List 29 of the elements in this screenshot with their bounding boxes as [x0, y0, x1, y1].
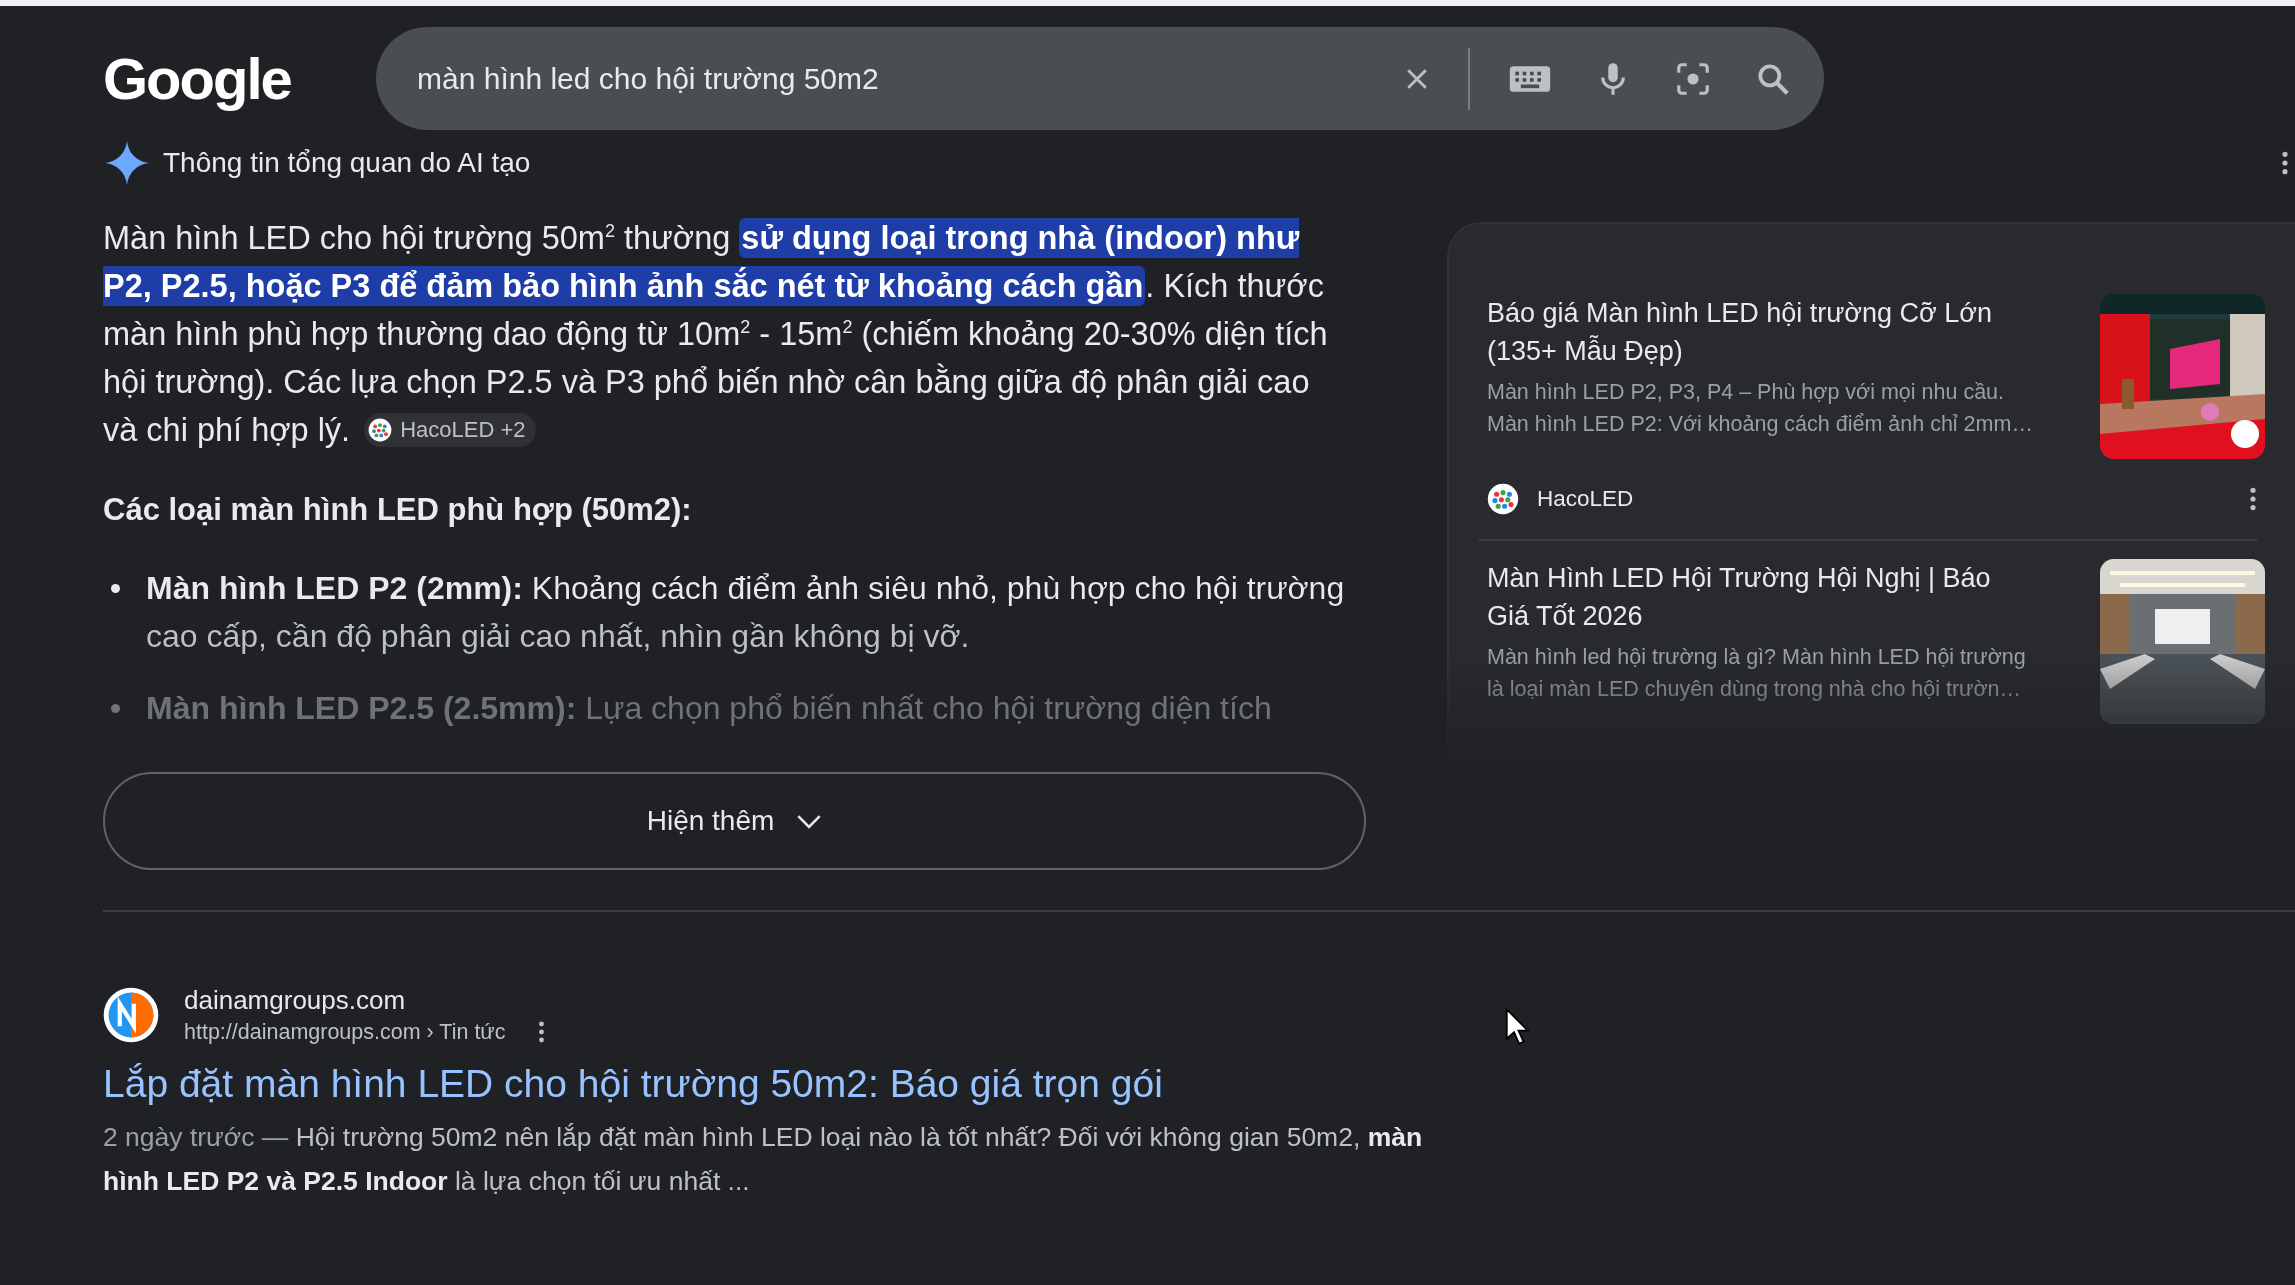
- bullet-text: Màn hình LED P2.5 (2.5mm): Lựa chọn phổ biến nhất cho hội trường diện tích: [146, 689, 1273, 728]
- show-more-button[interactable]: Hiện thêm: [103, 772, 1366, 870]
- section-heading: Các loại màn hình LED phù hợp (50m2):: [103, 491, 693, 529]
- source-title[interactable]: Báo giá Màn hình LED hội trường Cỡ Lớn (135+ Mẫu Đẹp): [1487, 294, 2032, 370]
- site-url[interactable]: http://dainamgroups.com › Tin tức: [184, 1017, 506, 1047]
- mouse-pointer-icon: [1505, 1008, 1529, 1046]
- source-snippet: là loại màn LED chuyên dùng trong nhà cho hội trườn…: [1487, 676, 2023, 703]
- dotted-ball-icon: [368, 418, 393, 442]
- chevron-down-icon: [796, 813, 823, 829]
- sparkle-icon: [105, 141, 149, 185]
- google-logo[interactable]: Google: [103, 43, 376, 114]
- source-name[interactable]: HacoLED: [1537, 486, 2249, 512]
- site-favicon: [103, 987, 159, 1043]
- source-snippet: Màn hình LED P2, P3, P4 – Phù hợp với mọi nhu cầu.: [1487, 379, 2006, 406]
- result-title-link[interactable]: Lắp đặt màn hình LED cho hội trường 50m2: Báo giá trọn gói: [103, 1059, 1163, 1109]
- search-field[interactable]: màn hình led cho hội trường 50m2: [376, 27, 1824, 130]
- ai-overview-title: Thông tin tổng quan do AI tạo: [163, 147, 531, 179]
- source-snippet: Màn hình led hội trường là gì? Màn hình LED hội trường: [1487, 644, 2027, 671]
- source-title[interactable]: Màn Hình LED Hội Trường Hội Nghị | Báo Giá Tốt 2026: [1487, 559, 2032, 635]
- source-snippet: Màn hình LED P2: Với khoảng cách điểm ảnh chỉ 2mm…: [1487, 411, 2034, 438]
- dotted-ball-icon: [1487, 483, 1519, 515]
- more-options-icon[interactable]: [2249, 486, 2257, 512]
- more-options-icon[interactable]: [537, 1020, 545, 1044]
- site-name[interactable]: dainamgroups.com: [184, 983, 545, 1017]
- result-snippet: 2 ngày trước — Hội trường 50m2 nên lắp đặt màn hình LED loại nào là tốt nhất? Đối với không gian 50m2, màn hình LED P2 và P2.5 Indoor là lựa chọn tối ưu nhất ...: [103, 1121, 1423, 1198]
- source-chip[interactable]: HacoLED +2: [364, 413, 536, 447]
- bullet-icon: [111, 584, 120, 593]
- more-options-icon[interactable]: [2281, 150, 2289, 176]
- bullet-icon: [111, 704, 120, 713]
